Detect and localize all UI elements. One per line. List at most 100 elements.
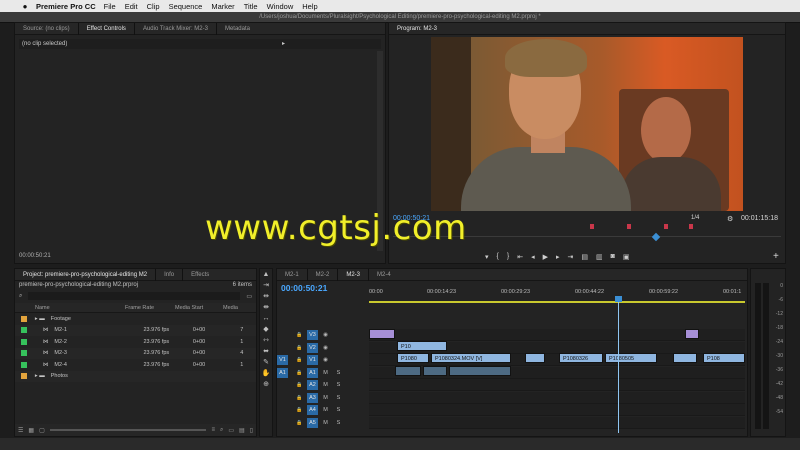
new-bin-button-icon[interactable]: ▭ [228, 427, 234, 434]
lock-icon[interactable]: 🔒 [294, 368, 305, 378]
go-to-out-icon[interactable]: ⇥ [568, 253, 574, 261]
eye-icon[interactable]: ◉ [320, 355, 331, 365]
mark-in-icon[interactable]: { [497, 253, 499, 261]
work-area-bar[interactable] [369, 301, 745, 303]
folder-icon[interactable]: ▸ ▬ [35, 373, 45, 379]
play-icon[interactable]: ▶ [543, 253, 548, 261]
tab-audio-track-mixer[interactable]: Audio Track Mixer: M2-3 [133, 22, 216, 35]
list-item[interactable]: ⋈ M2-2 23.976 fps 0+00 1 [15, 336, 256, 348]
col-frame-rate[interactable]: Frame Rate [125, 305, 175, 311]
clip-a1[interactable] [423, 366, 447, 376]
solo-button[interactable]: S [333, 405, 344, 415]
search-input[interactable] [28, 292, 241, 300]
tab-project[interactable]: Project: premiere-pro-psychological-edit… [15, 269, 155, 281]
zoom-tool-icon[interactable]: ⊕ [260, 379, 272, 390]
folder-icon[interactable]: ▸ ▬ [35, 316, 45, 322]
menu-window[interactable]: Window [267, 2, 294, 11]
track-target[interactable]: A5 [307, 417, 318, 428]
tab-m2-4[interactable]: M2-4 [368, 268, 399, 281]
step-back-icon[interactable]: ◂ [531, 253, 535, 261]
list-item[interactable]: ⋈ M2-3 23.976 fps 0+00 4 [15, 347, 256, 359]
solo-button[interactable]: S [333, 368, 344, 378]
tab-info[interactable]: Info [155, 268, 182, 281]
list-view-icon[interactable]: ☰ [18, 427, 23, 434]
col-name[interactable]: Name [15, 305, 125, 311]
solo-button[interactable]: S [333, 380, 344, 390]
search-icon[interactable]: ⌕ [19, 293, 22, 300]
eye-icon[interactable]: ◉ [320, 343, 331, 353]
source-patch[interactable] [277, 393, 288, 403]
list-item[interactable]: ⋈ M2-4 23.976 fps 0+00 1 [15, 359, 256, 371]
marker[interactable] [590, 224, 594, 229]
slide-tool-icon[interactable]: ⬌ [260, 346, 272, 357]
track-target[interactable]: A2 [307, 380, 318, 390]
step-forward-icon[interactable]: ▸ [556, 253, 560, 261]
mute-button[interactable]: M [320, 380, 331, 390]
sort-icon[interactable]: ≡ [211, 427, 215, 433]
source-patch[interactable] [277, 343, 288, 353]
hand-tool-icon[interactable]: ✋ [260, 368, 272, 379]
clip-v3[interactable] [369, 329, 395, 339]
timeline-playhead-line[interactable] [618, 297, 619, 433]
menu-help[interactable]: Help [302, 2, 317, 11]
source-patch[interactable]: V1 [277, 355, 288, 365]
lock-icon[interactable]: 🔒 [294, 380, 305, 390]
source-patch[interactable] [277, 380, 288, 390]
clip-v1[interactable] [525, 353, 545, 363]
list-item[interactable]: ▸ ▬ Photos [15, 370, 256, 382]
lock-icon[interactable]: 🔒 [294, 418, 305, 428]
wrench-icon[interactable]: ⚙ [727, 215, 733, 223]
tab-source[interactable]: Source: (no clips) [15, 23, 78, 35]
pen-tool-icon[interactable]: ✎ [260, 357, 272, 368]
clip-v2[interactable]: P10 [397, 341, 447, 351]
source-patch[interactable] [277, 330, 288, 340]
mute-button[interactable]: M [320, 368, 331, 378]
clip-v1[interactable]: P1080 [397, 353, 429, 363]
solo-button[interactable]: S [333, 418, 344, 428]
new-bin-icon[interactable]: ▭ [246, 293, 252, 300]
source-patch[interactable]: A1 [277, 367, 288, 378]
extract-icon[interactable]: ▥ [596, 253, 603, 261]
list-item[interactable]: ▸ ▬ Footage [15, 313, 256, 325]
clip-a1[interactable] [449, 366, 511, 376]
clip-v1[interactable]: P1080326 [559, 353, 603, 363]
tab-effects[interactable]: Effects [182, 268, 217, 281]
menu-marker[interactable]: Marker [211, 2, 234, 11]
menu-sequence[interactable]: Sequence [169, 2, 203, 11]
track-lane[interactable] [369, 404, 745, 416]
menu-edit[interactable]: Edit [125, 2, 138, 11]
program-fraction[interactable]: 1/4 [691, 215, 699, 221]
mute-button[interactable]: M [320, 418, 331, 428]
chevron-right-icon[interactable]: ▸ [282, 39, 285, 49]
track-select-tool-icon[interactable]: ⇥ [260, 280, 272, 291]
timeline-playhead[interactable] [615, 296, 622, 302]
apple-icon[interactable]: ● [18, 2, 32, 11]
track-target[interactable]: V1 [307, 355, 318, 365]
marker-icon[interactable]: ▾ [485, 253, 489, 261]
tab-m2-3[interactable]: M2-3 [337, 268, 368, 281]
solo-button[interactable]: S [333, 393, 344, 403]
label-color-swatch[interactable] [21, 350, 27, 357]
lock-icon[interactable]: 🔒 [294, 343, 305, 353]
col-media-start[interactable]: Media Start [175, 305, 223, 311]
marker[interactable] [689, 224, 693, 229]
track-lane[interactable] [369, 391, 745, 404]
slip-tool-icon[interactable]: ⇿ [260, 335, 272, 346]
clip-v1[interactable]: P1080324.MOV [V] [431, 353, 511, 363]
track-target[interactable]: V3 [307, 330, 318, 340]
rate-stretch-tool-icon[interactable]: ↔ [260, 313, 272, 324]
button-editor-icon[interactable]: ▣ [623, 253, 630, 261]
selection-tool-icon[interactable]: ▲ [260, 269, 272, 280]
lock-icon[interactable]: 🔒 [294, 355, 305, 365]
source-patch[interactable] [277, 405, 288, 415]
timeline-timecode[interactable]: 00:00:50:21 [281, 283, 327, 293]
tab-metadata[interactable]: Metadata [215, 22, 258, 35]
menu-title[interactable]: Title [244, 2, 258, 11]
label-color-swatch[interactable] [21, 373, 27, 380]
rolling-edit-tool-icon[interactable]: ⇼ [260, 302, 272, 313]
track-target[interactable]: V2 [307, 342, 318, 353]
track-target[interactable]: A4 [307, 405, 318, 415]
add-button-icon[interactable]: + [773, 251, 779, 262]
app-menu[interactable]: Premiere Pro CC [36, 2, 96, 11]
track-target[interactable]: A3 [307, 392, 318, 403]
